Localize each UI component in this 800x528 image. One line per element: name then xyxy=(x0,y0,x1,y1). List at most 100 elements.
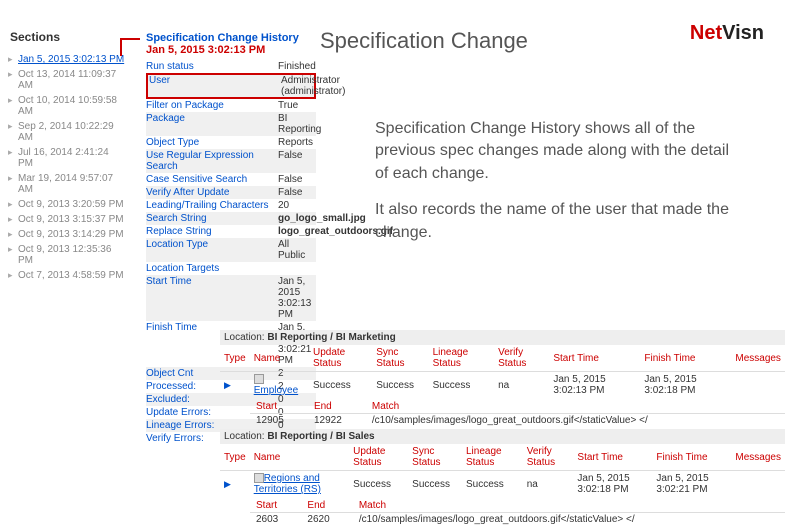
doc-icon xyxy=(254,374,264,384)
detail-key: Run status xyxy=(146,61,278,72)
detail-value: Jan 5, 2015 3:02:13 PM xyxy=(278,276,316,320)
detail-value: False xyxy=(278,174,302,185)
detail-key: Package xyxy=(146,113,278,135)
match-cell: 2620 xyxy=(301,513,352,527)
description-p1: Specification Change History shows all o… xyxy=(375,118,735,185)
location-value: BI Reporting / BI Marketing xyxy=(267,332,395,343)
detail-key: Location Type xyxy=(146,239,278,261)
table-cell: ▶ xyxy=(220,372,250,399)
detail-row: Object TypeReports xyxy=(146,136,316,149)
table-header: Messages xyxy=(731,444,785,471)
detail-row: Filter on PackageTrue xyxy=(146,99,316,112)
detail-key: Object Type xyxy=(146,137,278,148)
table-header: Name xyxy=(250,345,309,372)
sidebar-item[interactable]: Oct 10, 2014 10:59:58 AM xyxy=(10,93,125,119)
match-header: Start xyxy=(250,499,301,513)
detail-key: Verify After Update xyxy=(146,187,278,198)
table-header: Update Status xyxy=(349,444,408,471)
detail-row: Start TimeJan 5, 2015 3:02:13 PM xyxy=(146,275,316,321)
table-cell: ▶ xyxy=(220,471,250,498)
results-table: TypeNameUpdate StatusSync StatusLineage … xyxy=(220,345,785,398)
match-cell: 2603 xyxy=(250,513,301,527)
detail-row: Replace Stringlogo_great_outdoors.gif xyxy=(146,225,316,238)
detail-key: Case Sensitive Search xyxy=(146,174,278,185)
table-cell: Jan 5, 2015 3:02:21 PM xyxy=(652,471,731,498)
table-cell: Jan 5, 2015 3:02:18 PM xyxy=(640,372,731,399)
description-p2: It also records the name of the user tha… xyxy=(375,199,735,244)
match-header: Start xyxy=(250,400,308,414)
row-name-link[interactable]: Employee xyxy=(254,385,298,396)
table-cell: na xyxy=(523,471,574,498)
detail-value: False xyxy=(278,150,302,172)
detail-key: Filter on Package xyxy=(146,100,278,111)
match-cell: /c10/samples/images/logo_great_outdoors.… xyxy=(366,414,785,428)
detail-value: True xyxy=(278,100,298,111)
detail-date: Jan 5, 2015 3:02:13 PM xyxy=(146,44,316,56)
match-header: Match xyxy=(366,400,785,414)
logo-visn: Visn xyxy=(722,22,764,44)
doc-icon xyxy=(254,473,264,483)
location-value: BI Reporting / BI Sales xyxy=(267,431,374,442)
table-header: Start Time xyxy=(549,345,640,372)
sidebar-item[interactable]: Sep 2, 2014 10:22:29 AM xyxy=(10,119,125,145)
table-cell: Success xyxy=(309,372,372,399)
table-cell: Jan 5, 2015 3:02:18 PM xyxy=(573,471,652,498)
table-header: Type xyxy=(220,345,250,372)
table-cell: Employee xyxy=(250,372,309,399)
location-label: Location: xyxy=(224,431,267,442)
table-cell: Success xyxy=(372,372,428,399)
expand-icon[interactable]: ▶ xyxy=(224,380,231,390)
detail-row: Case Sensitive SearchFalse xyxy=(146,173,316,186)
results-table: TypeNameUpdate StatusSync StatusLineage … xyxy=(220,444,785,497)
table-header: Lineage Status xyxy=(429,345,495,372)
logo-net: Net xyxy=(690,22,722,44)
sidebar-item[interactable]: Jul 16, 2014 2:41:24 PM xyxy=(10,145,125,171)
logo: NetVisn xyxy=(690,22,764,45)
match-header: End xyxy=(308,400,366,414)
sidebar-item[interactable]: Oct 13, 2014 11:09:37 AM xyxy=(10,67,125,93)
detail-row: Location Targets xyxy=(146,262,316,275)
sidebar-item[interactable]: Mar 19, 2014 9:57:07 AM xyxy=(10,171,125,197)
sidebar-item[interactable]: Jan 5, 2015 3:02:13 PM xyxy=(10,52,125,67)
match-header: Match xyxy=(353,499,785,513)
sidebar-item[interactable]: Oct 9, 2013 3:20:59 PM xyxy=(10,197,125,212)
detail-value: Finished xyxy=(278,61,316,72)
callout-line xyxy=(120,38,140,56)
match-table: StartEndMatch26032620/c10/samples/images… xyxy=(250,499,785,526)
match-table: StartEndMatch1290512922/c10/samples/imag… xyxy=(250,400,785,427)
sidebar-item[interactable]: Oct 9, 2013 3:14:29 PM xyxy=(10,227,125,242)
detail-key: User xyxy=(149,75,281,97)
table-cell: Success xyxy=(349,471,408,498)
expand-icon[interactable]: ▶ xyxy=(224,479,231,489)
match-cell: 12922 xyxy=(308,414,366,428)
table-cell: na xyxy=(494,372,549,399)
match-cell: 12905 xyxy=(250,414,308,428)
detail-row: Search Stringgo_logo_small.jpg xyxy=(146,212,316,225)
match-row: 26032620/c10/samples/images/logo_great_o… xyxy=(250,513,785,527)
table-header: Verify Status xyxy=(523,444,574,471)
table-header: Finish Time xyxy=(640,345,731,372)
detail-key: Start Time xyxy=(146,276,278,320)
detail-value: go_logo_small.jpg xyxy=(278,213,366,224)
table-cell: Success xyxy=(408,471,462,498)
table-header: Finish Time xyxy=(652,444,731,471)
detail-title: Specification Change History xyxy=(146,32,316,44)
location-header: Location: BI Reporting / BI Sales xyxy=(220,429,785,444)
detail-row: Run statusFinished xyxy=(146,60,316,73)
detail-key: Leading/Trailing Characters xyxy=(146,200,278,211)
table-header: Update Status xyxy=(309,345,372,372)
page-title: Specification Change xyxy=(320,28,528,54)
row-name-link[interactable]: Regions and Territories (RS) xyxy=(254,473,321,495)
sidebar-item[interactable]: Oct 9, 2013 3:15:37 PM xyxy=(10,212,125,227)
table-cell: Success xyxy=(429,372,495,399)
match-row: 1290512922/c10/samples/images/logo_great… xyxy=(250,414,785,428)
detail-value: 20 xyxy=(278,200,289,211)
sidebar-header: Sections xyxy=(10,30,125,44)
table-cell: Regions and Territories (RS) xyxy=(250,471,349,498)
detail-row: Use Regular Expression SearchFalse xyxy=(146,149,316,173)
detail-key: Replace String xyxy=(146,226,278,237)
sidebar-item[interactable]: Oct 7, 2013 4:58:59 PM xyxy=(10,268,125,283)
sidebar-item[interactable]: Oct 9, 2013 12:35:36 PM xyxy=(10,242,125,268)
detail-value: Administrator (administrator) xyxy=(281,75,345,97)
detail-row: Location TypeAll Public xyxy=(146,238,316,262)
